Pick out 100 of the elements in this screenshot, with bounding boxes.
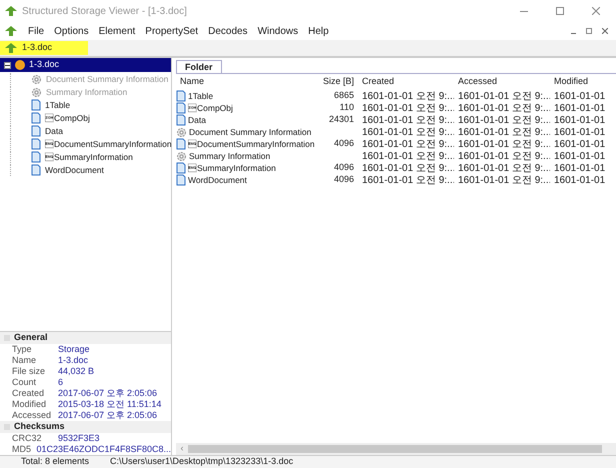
table-cell: 1601-01-01 오전 9:...: [458, 174, 550, 186]
gear-icon: [176, 150, 187, 162]
table-cell: SummaryInformation: [188, 162, 276, 174]
path-field[interactable]: 1-3.doc: [0, 41, 88, 55]
property-name: CRC32: [12, 432, 43, 445]
table-cell: 1601-01-01 오전 9:...: [362, 174, 454, 186]
document-icon: [31, 125, 41, 137]
table-cell: 1601-01-01 오전 9:...: [458, 102, 550, 114]
table-cell: Data: [188, 114, 206, 126]
property-value: 01C23E46ZODC1F4F8SF80C8...: [36, 442, 171, 456]
table-cell: 1601-01-01 오전 9:...: [458, 126, 550, 138]
column-header[interactable]: Created: [358, 75, 454, 89]
gear-icon: [176, 126, 187, 138]
property-name: Name: [12, 354, 38, 367]
window-title: Structured Storage Viewer - [1-3.doc]: [22, 4, 187, 18]
document-icon: [176, 138, 186, 150]
table-cell: 1601-01-01 오전 9:...: [458, 162, 550, 174]
menu-item[interactable]: Windows: [258, 24, 298, 38]
table-cell: 1601-01-01: [554, 114, 606, 126]
tree-item[interactable]: CompObj: [45, 112, 90, 124]
property-name: Type: [12, 342, 33, 356]
table-cell: Summary Information: [189, 150, 270, 162]
menu-item[interactable]: Element: [98, 24, 136, 38]
document-icon: [31, 138, 41, 150]
property-name: Accessed: [12, 408, 52, 422]
scrollbar-thumb[interactable]: [188, 445, 602, 453]
document-icon: [176, 114, 186, 126]
document-icon: [176, 102, 186, 114]
column-header[interactable]: Size [B]: [314, 75, 358, 89]
table-cell: Document Summary Information: [189, 126, 312, 138]
folder-tab[interactable]: Folder: [176, 60, 222, 73]
table-cell: 24301: [328, 114, 354, 124]
menu-item[interactable]: Decodes: [208, 24, 248, 38]
table-cell: 1601-01-01: [554, 138, 606, 150]
table-cell: 4096: [334, 138, 354, 148]
tree-item[interactable]: Data: [45, 124, 63, 138]
property-value: 2017-06-07 오후 2:05:06: [58, 408, 158, 422]
property-name: Modified: [12, 398, 48, 411]
minimize-icon[interactable]: [520, 10, 528, 12]
table-cell: 1601-01-01 오전 9:...: [362, 150, 454, 162]
table-cell: 1601-01-01 오전 9:...: [458, 138, 550, 150]
document-icon: [176, 90, 186, 102]
menu-item[interactable]: Options: [54, 24, 89, 38]
property-value: 44,032 B: [58, 364, 94, 378]
document-icon: [31, 151, 41, 163]
table-cell: 1601-01-01: [554, 102, 606, 114]
column-header[interactable]: Modified: [550, 75, 616, 89]
table-cell: DocumentSummaryInformation: [188, 138, 315, 150]
table-cell: WordDocument: [188, 174, 247, 186]
status-path: C:\Users\user1\Desktop\tmp\1323233\1-3.doc: [110, 455, 294, 468]
table-cell: 1601-01-01 오전 9:...: [362, 126, 454, 138]
menu-item[interactable]: File: [28, 24, 44, 38]
menu-item[interactable]: PropertySet: [145, 24, 198, 38]
collapse-icon[interactable]: [4, 62, 11, 68]
table-cell: 1601-01-01: [554, 126, 606, 138]
close-icon[interactable]: [602, 28, 608, 34]
property-name: File size: [12, 364, 46, 378]
document-icon: [31, 164, 41, 176]
table-cell: 1601-01-01: [554, 174, 606, 186]
document-icon: [176, 162, 186, 174]
table-cell: 1601-01-01: [554, 162, 606, 174]
table-cell: CompObj: [188, 102, 233, 114]
tree-item[interactable]: WordDocument: [45, 164, 104, 176]
tree-root-item[interactable]: 1-3.doc: [0, 58, 171, 72]
gear-icon: [31, 86, 42, 98]
table-cell: 1601-01-01 오전 9:...: [458, 90, 550, 102]
document-icon: [176, 174, 186, 186]
column-header[interactable]: Name: [176, 75, 314, 89]
tree-item[interactable]: DocumentSummaryInformation: [45, 138, 172, 150]
table-cell: 6865: [334, 90, 354, 100]
table-cell: 1Table: [188, 90, 214, 102]
property-name: Count: [12, 376, 38, 389]
table-cell: 4096: [334, 162, 354, 172]
table-cell: 1601-01-01 오전 9:...: [458, 114, 550, 126]
tree-item[interactable]: 1Table: [45, 98, 70, 112]
category-label: General: [14, 331, 48, 344]
table-cell: 110: [340, 102, 354, 112]
table-cell: 1601-01-01 오전 9:...: [362, 138, 454, 150]
table-cell: 1601-01-01: [554, 150, 606, 162]
table-cell: 1601-01-01 오전 9:...: [458, 150, 550, 162]
maximize-icon[interactable]: [556, 7, 564, 15]
table-cell: 4096: [334, 174, 354, 184]
close-icon[interactable]: [592, 7, 600, 15]
document-icon: [31, 99, 41, 111]
column-header[interactable]: Accessed: [454, 75, 550, 89]
document-icon: [31, 112, 41, 124]
table-cell: 1601-01-01 오전 9:...: [362, 90, 454, 102]
table-cell: 1601-01-01 오전 9:...: [362, 162, 454, 174]
status-count: Total: 8 elements: [20, 455, 90, 468]
table-cell: 1601-01-01: [554, 90, 606, 102]
table-cell: 1601-01-01 오전 9:...: [362, 102, 454, 114]
property-value: 9532F3E3: [58, 432, 100, 445]
property-value: 2017-06-07 오후 2:05:06: [58, 386, 158, 400]
minimize-icon[interactable]: [571, 32, 576, 34]
property-name: Created: [12, 386, 46, 400]
property-value: 2015-03-18 오전 11:51:14: [58, 398, 162, 411]
menu-item[interactable]: Help: [308, 24, 329, 38]
tree-item[interactable]: SummaryInformation: [45, 150, 133, 164]
restore-icon[interactable]: [586, 28, 592, 34]
gear-icon: [31, 74, 42, 84]
